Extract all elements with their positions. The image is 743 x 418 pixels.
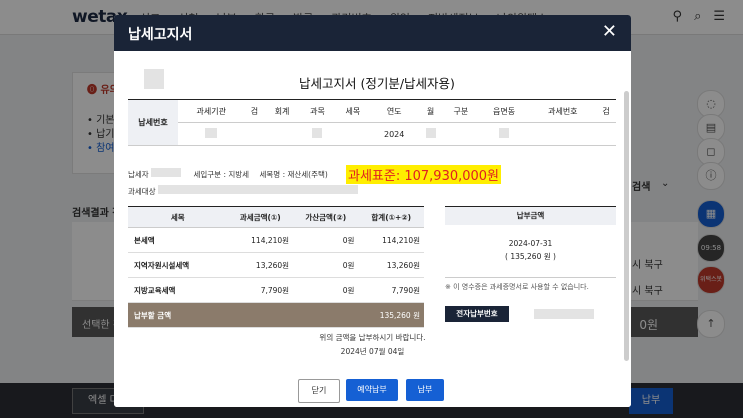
column-header: 가산금액(②) bbox=[293, 206, 359, 228]
column-header: 월 bbox=[417, 99, 444, 123]
pay-button[interactable]: 납부 bbox=[406, 379, 444, 401]
modal-header: 납세고지서 ✕ bbox=[114, 15, 631, 51]
modal-body: 납세고지서 (정기분/납세자용) 납세번호 과세기관 검 회계 과목 세목 연도… bbox=[114, 51, 631, 371]
year-cell: 2024 bbox=[370, 122, 418, 146]
issue-date: 2024년 07월 04일 bbox=[340, 347, 405, 356]
table-row: 본세액 114,210원 0원 114,210원 bbox=[128, 227, 424, 253]
closing-message: 위의 금액을 납부하시기 바랍니다. bbox=[319, 333, 426, 342]
table-cell bbox=[178, 122, 245, 146]
table-cell bbox=[443, 122, 479, 146]
column-header: 과세기관 bbox=[178, 99, 245, 123]
column-header: 읍면동 bbox=[478, 99, 530, 123]
column-header: 과목 bbox=[299, 99, 336, 123]
table-cell bbox=[264, 122, 300, 146]
close-icon[interactable]: ✕ bbox=[602, 21, 617, 42]
tax-amount: 114,210원 bbox=[227, 227, 294, 253]
document-title: 납세고지서 (정기분/납세자용) bbox=[299, 76, 455, 91]
payment-amount: ( 135,260 원 ) bbox=[505, 252, 556, 261]
table-cell bbox=[596, 122, 616, 146]
redacted-block bbox=[158, 185, 358, 194]
modal-title: 납세고지서 bbox=[128, 27, 193, 43]
table-cell bbox=[529, 122, 597, 146]
additional-amount: 0원 bbox=[293, 252, 359, 278]
tax-number-table: 납세번호 과세기관 검 회계 과목 세목 연도 월 구분 읍면동 과세번호 검 … bbox=[128, 99, 616, 146]
column-header: 과세번호 bbox=[529, 99, 597, 123]
redacted-block bbox=[534, 309, 594, 319]
tax-name: 본세액 bbox=[128, 227, 228, 253]
reserve-pay-button[interactable]: 예약납부 bbox=[346, 379, 398, 401]
tax-amount: 7,790원 bbox=[227, 277, 294, 303]
tax-number-header: 납세번호 bbox=[128, 99, 178, 146]
receipt-note: ※ 이 영수증은 과세증명서로 사용할 수 없습니다. bbox=[445, 277, 616, 292]
taxpayer-info: 납세자 세입구분 : 지방세 세목명 : 재산세(주택) bbox=[128, 168, 328, 180]
total-row: 납부할 금액 135,260 원 bbox=[128, 302, 424, 328]
redacted-block bbox=[151, 168, 182, 177]
column-header: 검 bbox=[244, 99, 265, 123]
modal-footer: 닫기 예약납부 납부 bbox=[114, 371, 631, 407]
tax-amount: 13,260원 bbox=[227, 252, 294, 278]
tax-base-highlight: 과세표준: 107,930,000원 bbox=[346, 165, 502, 184]
tax-amount-table: 세목 과세금액(①) 가산금액(②) 합계(①+②) 본세액 114,210원 … bbox=[128, 206, 424, 328]
tax-name: 지방교육세액 bbox=[128, 277, 228, 303]
table-cell bbox=[478, 122, 530, 146]
additional-amount: 0원 bbox=[293, 277, 359, 303]
payment-detail: 2024-07-31 ( 135,260 원 ) bbox=[445, 237, 616, 263]
taxpayer-label: 납세자 bbox=[128, 170, 149, 179]
additional-amount: 0원 bbox=[293, 227, 359, 253]
column-header: 합계(①+②) bbox=[358, 206, 424, 228]
tax-item: 세목명 : 재산세(주택) bbox=[259, 170, 328, 179]
row-total: 7,790원 bbox=[358, 277, 424, 303]
e-payment-number-label: 전자납부번호 bbox=[445, 306, 509, 322]
table-cell bbox=[244, 122, 265, 146]
redacted-block bbox=[144, 69, 164, 89]
column-header: 세목 bbox=[335, 99, 371, 123]
row-total: 13,260원 bbox=[358, 252, 424, 278]
scrollbar[interactable] bbox=[624, 91, 629, 361]
column-header: 회계 bbox=[264, 99, 300, 123]
tax-target-info: 과세대상 bbox=[128, 185, 358, 197]
payment-header: 납부금액 bbox=[445, 206, 616, 225]
column-header: 검 bbox=[596, 99, 616, 123]
column-header: 연도 bbox=[370, 99, 418, 123]
table-cell bbox=[335, 122, 371, 146]
table-row: 지방교육세액 7,790원 0원 7,790원 bbox=[128, 277, 424, 303]
column-header: 과세금액(①) bbox=[227, 206, 294, 228]
total-label: 납부할 금액 bbox=[128, 302, 228, 328]
due-date: 2024-07-31 bbox=[508, 239, 553, 248]
column-header: 구분 bbox=[443, 99, 479, 123]
tax-name: 지역자원시설세액 bbox=[128, 252, 228, 278]
tax-type: 세입구분 : 지방세 bbox=[193, 170, 250, 179]
table-cell bbox=[299, 122, 336, 146]
table-row: 지역자원시설세액 13,260원 0원 13,260원 bbox=[128, 252, 424, 278]
table-cell bbox=[417, 122, 444, 146]
column-header: 세목 bbox=[128, 206, 228, 228]
total-value: 135,260 원 bbox=[227, 302, 424, 328]
close-button[interactable]: 닫기 bbox=[298, 379, 340, 403]
row-total: 114,210원 bbox=[358, 227, 424, 253]
tax-notice-modal: 납세고지서 ✕ 납세고지서 (정기분/납세자용) 납세번호 과세기관 검 회계 … bbox=[114, 15, 631, 407]
target-label: 과세대상 bbox=[128, 187, 156, 196]
payment-box: 납부금액 2024-07-31 ( 135,260 원 ) ※ 이 영수증은 과… bbox=[445, 206, 616, 292]
